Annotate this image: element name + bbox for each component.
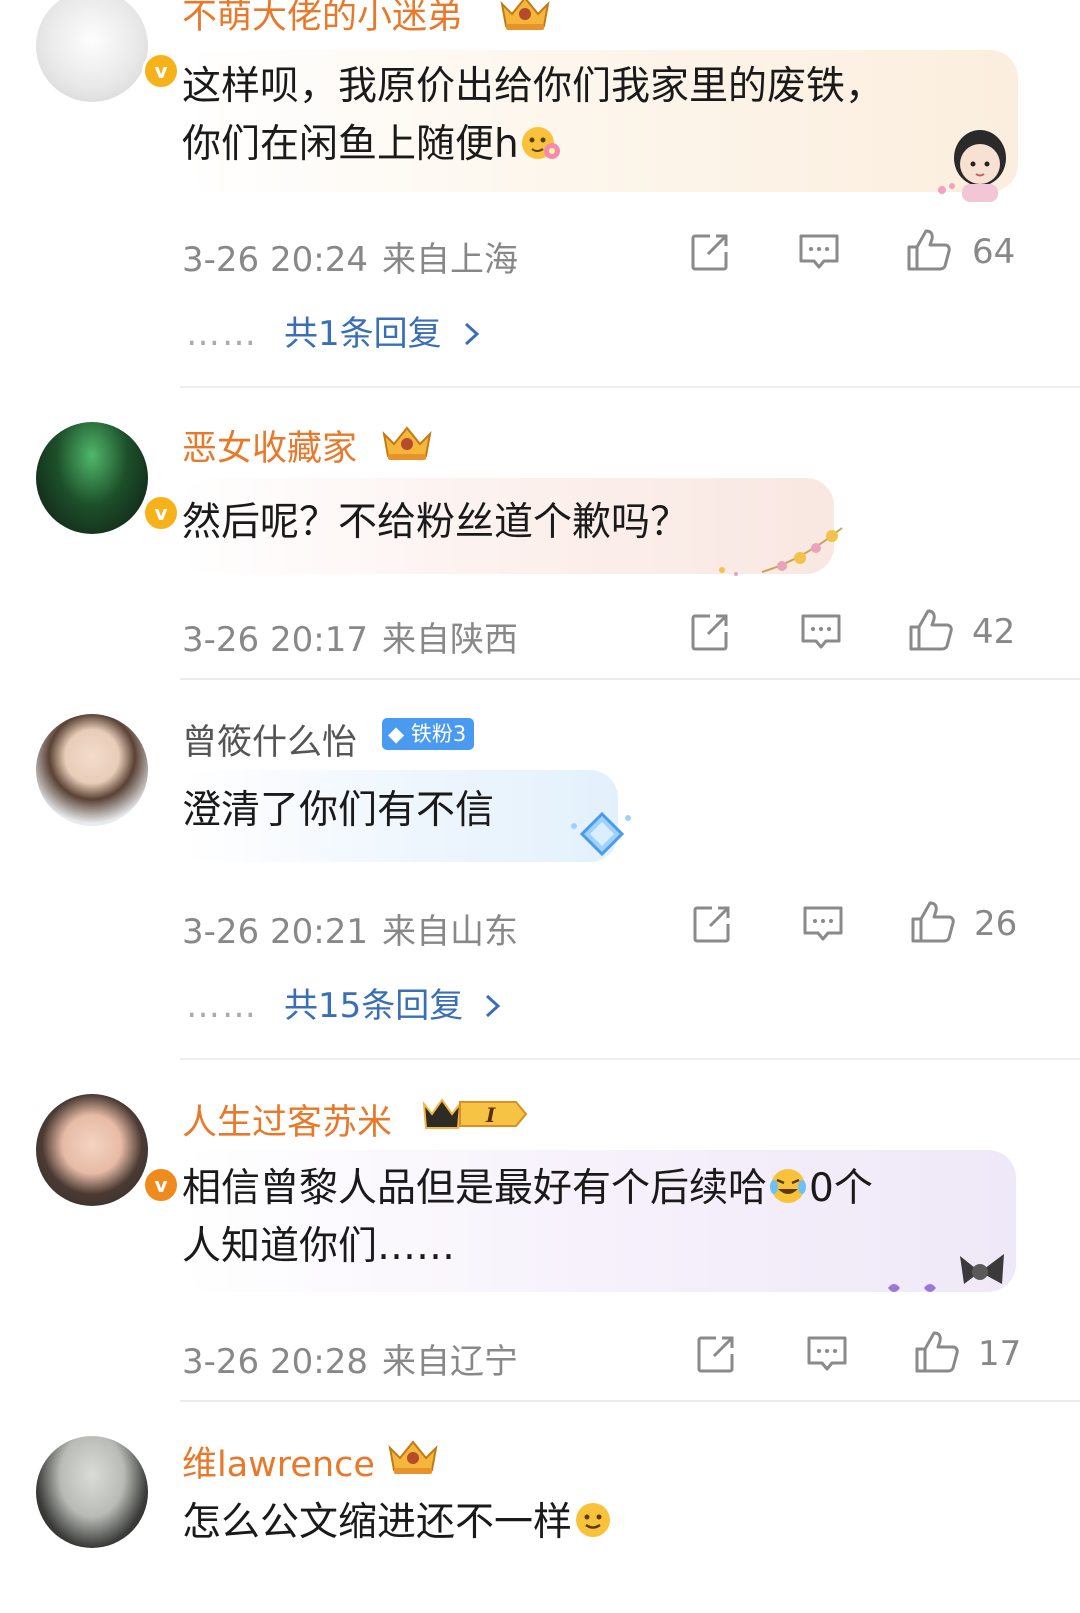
comment-location: 来自辽宁 <box>381 1342 518 1382</box>
like-count: 42 <box>972 612 1016 652</box>
level-badge-label: I <box>485 1103 496 1127</box>
verified-badge-icon: v <box>142 52 180 90</box>
character-sticker-icon <box>938 130 1006 202</box>
like-icon[interactable] <box>910 900 956 944</box>
avatar[interactable] <box>36 714 148 826</box>
comment-username[interactable]: 曾筱什么怡 <box>182 714 357 765</box>
smile-emoji-icon <box>576 1503 611 1537</box>
comment-icon[interactable] <box>800 612 842 652</box>
view-replies-link[interactable]: …… 共15条回复 <box>186 978 505 1027</box>
verified-badge-icon: v <box>142 494 180 532</box>
comment-icon[interactable] <box>806 1334 848 1374</box>
like-icon[interactable] <box>908 608 954 652</box>
replies-dots: …… <box>186 986 258 1026</box>
crown-icon <box>384 1436 442 1476</box>
verified-badge-icon: v <box>142 1166 180 1204</box>
comment-text: 你们在闲鱼上随便h <box>182 122 519 167</box>
bow-sticker-icon <box>888 1254 1004 1292</box>
replies-label[interactable]: 共1条回复 <box>284 314 442 354</box>
flower-sticker-icon <box>719 527 843 576</box>
comment-text: 相信曾黎人品但是最好有个后续哈 <box>182 1166 768 1211</box>
like-count: 17 <box>978 1334 1022 1374</box>
avatar[interactable]: v <box>36 422 180 534</box>
comment-username[interactable]: 不萌大佬的小迷弟 <box>182 0 462 39</box>
like-icon[interactable] <box>906 228 952 272</box>
chevron-right-icon <box>486 994 501 1018</box>
divider <box>180 1058 1080 1060</box>
comment-time: 3-26 20:24 <box>182 240 368 280</box>
comment-location: 来自上海 <box>381 240 518 280</box>
flower-face-emoji-icon <box>521 127 560 159</box>
comment-icon[interactable] <box>802 904 844 944</box>
replies-dots: …… <box>186 314 258 354</box>
comment-text-line: 澄清了你们有不信 <box>182 788 495 833</box>
comment-text-line: 你们在闲鱼上随便h <box>182 116 561 174</box>
like-count: 26 <box>974 904 1018 944</box>
like-count: 64 <box>972 232 1016 272</box>
level-badge-icon: I <box>422 1098 528 1129</box>
comment-icon[interactable] <box>798 232 840 272</box>
crown-icon <box>496 0 554 32</box>
comment-text-line: 怎么公文缩进还不一样 <box>182 1494 614 1552</box>
comment-username[interactable]: 恶女收藏家 <box>182 420 357 471</box>
avatar[interactable]: v <box>36 1094 180 1206</box>
replies-label[interactable]: 共15条回复 <box>284 986 463 1026</box>
divider <box>180 678 1080 680</box>
comment-text-line: 这样呗，我原价出给你们我家里的废铁， <box>182 64 885 109</box>
comment-meta: 3-26 20:17 来自陕西 <box>182 612 518 661</box>
view-replies-link[interactable]: …… 共1条回复 <box>186 306 484 355</box>
comment-location: 来自陕西 <box>381 620 518 660</box>
crown-icon <box>378 422 436 462</box>
comment-meta: 3-26 20:24 来自上海 <box>182 232 518 281</box>
share-icon[interactable] <box>690 612 730 652</box>
comment-meta: 3-26 20:21 来自山东 <box>182 904 518 953</box>
share-icon[interactable] <box>696 1334 736 1374</box>
comment-text: 0个 <box>809 1166 873 1211</box>
diamond-sticker-icon <box>571 811 631 857</box>
comment-text-line: 人知道你们…… <box>182 1224 456 1269</box>
like-icon[interactable] <box>914 1330 960 1374</box>
comment-text-line: 然后呢？不给粉丝道个歉吗？ <box>182 500 690 545</box>
avatar[interactable]: v <box>36 0 180 102</box>
comment-location: 来自山东 <box>381 912 518 952</box>
comment-text-line: 相信曾黎人品但是最好有个后续哈 0个 <box>182 1160 873 1218</box>
avatar[interactable] <box>36 1436 148 1548</box>
divider <box>180 386 1080 388</box>
laugh-cry-emoji-icon <box>770 1169 807 1203</box>
comment-time: 3-26 20:17 <box>182 620 368 660</box>
chevron-right-icon <box>464 322 479 346</box>
comment-text: 怎么公文缩进还不一样 <box>182 1500 573 1545</box>
comment-time: 3-26 20:21 <box>182 912 368 952</box>
comment-username[interactable]: 维lawrence <box>182 1436 375 1487</box>
comment-username[interactable]: 人生过客苏米 <box>182 1094 392 1145</box>
share-icon[interactable] <box>692 904 732 944</box>
divider <box>180 1400 1080 1402</box>
share-icon[interactable] <box>690 232 730 272</box>
fan-level-badge: ◆ 铁粉3 <box>382 718 475 750</box>
comment-time: 3-26 20:28 <box>182 1342 368 1382</box>
fan-badge-label: 铁粉3 <box>410 722 467 746</box>
comment-meta: 3-26 20:28 来自辽宁 <box>182 1334 518 1383</box>
